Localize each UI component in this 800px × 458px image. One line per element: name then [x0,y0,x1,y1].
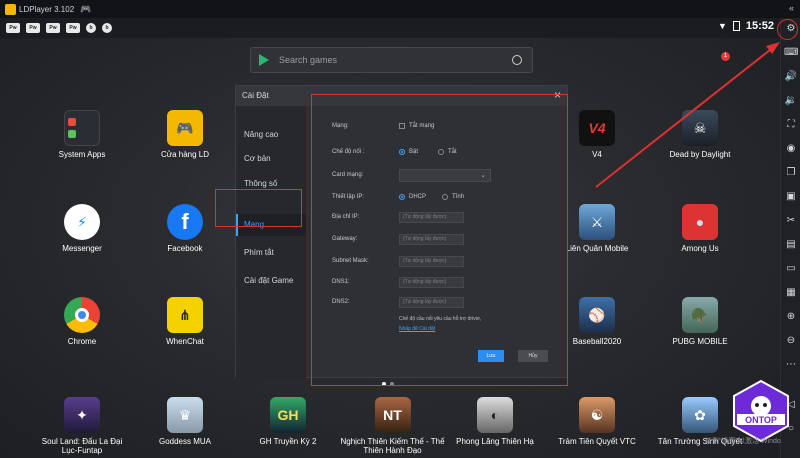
notification-icon: b [86,23,96,33]
app-goddess-mua[interactable]: ♛ Goddess MUA [140,397,230,446]
app-pubg[interactable]: 🪖 PUBG MOBILE [655,297,745,346]
system-apps-icon [64,110,100,146]
app-label: Dead by Daylight [669,150,731,159]
app-label: System Apps [58,150,106,159]
search-games-bar[interactable]: Search games [250,47,533,73]
app-label: Soul Land: Đấu La Đại Lục-Funtap [41,437,123,455]
nav-phim-tat[interactable]: Phím tắt [236,242,306,264]
app-label: GH Truyền Kỳ 2 [259,437,317,446]
app-soul-land[interactable]: ✦ Soul Land: Đấu La Đại Lục-Funtap [37,397,127,455]
location-icon[interactable]: ⊕ [784,310,798,324]
app-system-apps[interactable]: System Apps [37,110,127,159]
app-chrome[interactable]: Chrome [37,297,127,346]
app-label: WhenChat [166,337,204,346]
settings-nav: Nâng cao Cơ bản Thông số Mạng Phím tắt C… [236,106,306,379]
goddess-mua-icon: ♛ [167,397,203,433]
nav-co-ban[interactable]: Cơ bản [236,148,306,170]
app-label: Chrome [67,337,97,346]
multi-instance-icon[interactable]: ❐ [784,166,798,180]
screenshot-icon[interactable]: ▭ [784,262,798,276]
folder-icon[interactable]: ▦ [784,286,798,300]
notification-icon: Pw [46,23,60,33]
app-label: Facebook [167,244,203,253]
operation-record-icon[interactable]: ⊖ [784,334,798,348]
notification-icon: Pw [66,23,80,33]
app-label: V4 [592,150,602,159]
gamepad-icon[interactable]: 🎮 [80,4,91,15]
scissors-icon[interactable]: ✂ [784,214,798,228]
ldplayer-logo-icon [5,3,16,15]
wifi-icon: ▼ [717,21,727,31]
nghich-thien-icon: NT [374,397,411,433]
app-label: Baseball2020 [572,337,622,346]
back-icon[interactable]: « [789,3,794,13]
app-label: Goddess MUA [158,437,212,446]
record-icon[interactable]: ◉ [784,142,798,156]
notification-icon: Pw [6,23,20,33]
battery-icon [732,21,740,31]
soul-land-icon: ✦ [64,397,100,433]
app-gh-truyen-ky[interactable]: GH GH Truyền Kỳ 2 [243,397,333,446]
among-us-icon: ● [682,204,718,240]
status-right: ▼ 15:52 [718,20,774,32]
apk-install-icon[interactable]: ▣ [784,190,798,204]
lien-quan-icon: ⚔ [579,204,615,240]
clock: 15:52 [745,20,774,32]
app-label: Among Us [681,244,719,253]
shake-icon[interactable]: ▤ [784,238,798,252]
tram-tien-icon: ☯ [579,397,615,433]
pubg-icon: 🪖 [682,297,718,333]
nav-nang-cao[interactable]: Nâng cao [236,124,306,146]
notification-icon: b [102,23,112,33]
app-label: Messenger [62,244,102,253]
app-label: Liên Quân Mobile [565,244,629,253]
app-messenger[interactable]: ⚡ Messenger [37,204,127,253]
gh-truyen-ky-icon: GH [270,397,306,433]
app-among-us[interactable]: ● Among Us [655,204,745,253]
phong-lang-icon: ◐ [477,397,513,433]
nav-cai-dat-game[interactable]: Cài đặt Game [236,270,306,292]
ld-store-icon: 🎮 [167,110,203,146]
app-whenchat[interactable]: ⋔ WhenChat [140,297,230,346]
keyboard-icon[interactable]: ⌨ [784,46,798,60]
v4-icon: V4 [579,110,615,146]
fullscreen-icon[interactable]: ⛶ [784,118,798,132]
tan-truong-sinh-icon: ✿ [682,397,718,433]
search-input[interactable]: Search games [279,55,512,65]
more-icon[interactable]: ⋯ [784,358,798,372]
search-icon[interactable] [512,55,522,65]
facebook-icon: f [167,204,203,240]
whenchat-icon: ⋔ [167,297,203,333]
app-title: LDPlayer 3.102 [19,4,75,14]
app-tram-tien[interactable]: ☯ Trảm Tiên Quyết VTC [552,397,642,446]
svg-text:ONTOP: ONTOP [745,415,777,425]
notification-icon: Pw [26,23,40,33]
app-nghich-thien[interactable]: NT Nghịch Thiên Kiếm Thế - Thế Thiên Hàn… [340,397,445,455]
app-label: Cửa hàng LD [160,150,210,159]
messenger-icon: ⚡ [64,204,100,240]
android-status-bar: Pw Pw Pw Pw b b ▼ 15:52 [0,18,780,38]
play-store-icon [259,54,269,66]
volume-up-icon[interactable]: 🔊 [784,70,798,84]
annotation-settings-circle [777,19,798,40]
app-label: PUBG MOBILE [672,337,728,346]
title-bar: LDPlayer 3.102 🎮 « [0,0,800,18]
annotation-mang-highlight [215,189,302,227]
activation-watermark: 转到"设置"以激活 Windo [705,438,781,445]
app-label: Trảm Tiên Quyết VTC [558,437,636,446]
notification-badge: 1 [721,52,730,61]
app-label: Nghịch Thiên Kiếm Thế - Thế Thiên Hành Đ… [340,437,445,455]
app-dead-by-daylight[interactable]: ☠ Dead by Daylight [655,110,745,159]
app-phong-lang[interactable]: ◐ Phong Lăng Thiên Hạ [450,397,540,446]
app-ld-store[interactable]: 🎮 Cửa hàng LD [140,110,230,159]
baseball-icon: ⚾ [579,297,615,333]
app-label: Phong Lăng Thiên Hạ [456,437,534,446]
ontop-logo-icon: ONTOP [733,379,789,443]
dead-by-daylight-icon: ☠ [682,110,718,146]
annotation-panel-highlight [311,94,568,386]
volume-down-icon[interactable]: 🔉 [784,94,798,108]
chrome-icon [64,297,100,333]
